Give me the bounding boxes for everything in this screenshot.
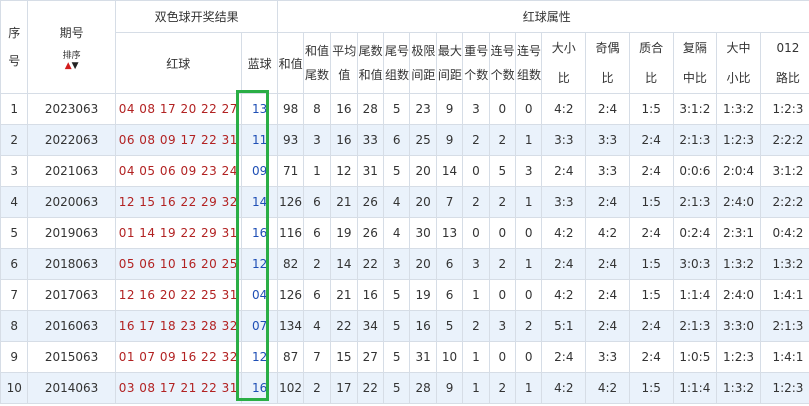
- red-balls: 03 08 17 21 22 31: [114, 372, 242, 404]
- red-balls: 06 08 09 17 22 31: [114, 124, 242, 156]
- red-balls: 01 14 19 22 29 31: [114, 217, 242, 249]
- blue-ball: 07: [240, 310, 279, 342]
- red-balls: 04 05 06 09 23 24: [114, 155, 242, 187]
- table-row: 9 2015063 01 07 09 16 22 32 12 87 7 15 2…: [0, 341, 809, 373]
- sort-down-icon[interactable]: ▼: [72, 61, 79, 71]
- blue-ball: 14: [240, 186, 279, 218]
- col-tail-groups: 尾号 组数: [383, 32, 411, 94]
- blue-ball: 11: [240, 124, 279, 156]
- red-balls: 05 06 10 16 20 25: [114, 248, 242, 280]
- col-sum: 和值: [277, 32, 304, 94]
- col-size-ratio: 大小 比: [541, 32, 587, 94]
- col-road012: 012 路比: [759, 32, 809, 94]
- table-row: 10 2014063 03 08 17 21 22 31 16 102 2 17…: [0, 372, 809, 404]
- table-row: 1 2023063 04 08 17 20 22 27 13 98 8 16 2…: [0, 93, 809, 125]
- table-body: 1 2023063 04 08 17 20 22 27 13 98 8 16 2…: [0, 93, 809, 404]
- blue-ball: 12: [240, 248, 279, 280]
- table-row: 2 2022063 06 08 09 17 22 31 11 93 3 16 3…: [0, 124, 809, 156]
- table-row: 8 2016063 16 17 18 23 28 32 07 134 4 22 …: [0, 310, 809, 342]
- table-header: 序号 期号 排序 ▲▼ 双色球开奖结果 红球属性 红球 蓝球 和值 和值 尾数 …: [0, 0, 809, 94]
- lottery-results-page: 序号 期号 排序 ▲▼ 双色球开奖结果 红球属性 红球 蓝球 和值 和值 尾数 …: [0, 0, 809, 406]
- col-blue-ball: 蓝球: [240, 32, 279, 94]
- col-period[interactable]: 期号 排序 ▲▼: [27, 0, 116, 94]
- table-row: 3 2021063 04 05 06 09 23 24 09 71 1 12 3…: [0, 155, 809, 187]
- col-max-gap: 最大 间距: [435, 32, 464, 94]
- col-prime-comp: 质合 比: [628, 32, 674, 94]
- col-consec-groups: 连号 组数: [515, 32, 543, 94]
- results-table: 序号 期号 排序 ▲▼ 双色球开奖结果 红球属性 红球 蓝球 和值 和值 尾数 …: [0, 0, 809, 404]
- red-balls: 12 16 20 22 25 31: [114, 279, 242, 311]
- col-red-ball: 红球: [114, 32, 242, 94]
- red-balls: 01 07 09 16 22 32: [114, 341, 242, 373]
- blue-ball: 04: [240, 279, 279, 311]
- draw-group-header: 双色球开奖结果: [114, 0, 279, 33]
- blue-ball: 16: [240, 372, 279, 404]
- period-label: 期号: [59, 25, 84, 40]
- table-row: 4 2020063 12 15 16 22 29 32 14 126 6 21 …: [0, 186, 809, 218]
- red-balls: 12 15 16 22 29 32: [114, 186, 242, 218]
- col-consec-count: 连号 个数: [488, 32, 517, 94]
- col-repeat: 重号 个数: [462, 32, 490, 94]
- sort-label[interactable]: 排序: [29, 51, 114, 61]
- blue-ball: 13: [240, 93, 279, 125]
- table-row: 5 2019063 01 14 19 22 29 31 16 116 6 19 …: [0, 217, 809, 249]
- col-repeat-mid: 复隔 中比: [672, 32, 718, 94]
- blue-ball: 16: [240, 217, 279, 249]
- red-balls: 16 17 18 23 28 32: [114, 310, 242, 342]
- blue-ball: 09: [240, 155, 279, 187]
- col-tail-sum: 和值 尾数: [302, 32, 332, 94]
- col-big-mid-small: 大中 小比: [716, 32, 761, 94]
- red-balls: 04 08 17 20 22 27: [114, 93, 242, 125]
- col-seq: 序号: [0, 0, 29, 94]
- attr-group-header: 红球属性: [277, 0, 809, 33]
- sort-up-icon[interactable]: ▲: [65, 61, 72, 71]
- table-row: 6 2018063 05 06 10 16 20 25 12 82 2 14 2…: [0, 248, 809, 280]
- col-avg: 平均 值: [330, 32, 358, 94]
- blue-ball: 12: [240, 341, 279, 373]
- col-range: 极限 间距: [409, 32, 437, 94]
- table-row: 7 2017063 12 16 20 22 25 31 04 126 6 21 …: [0, 279, 809, 311]
- col-odd-even: 奇偶 比: [585, 32, 630, 94]
- col-tail-sum2: 尾数 和值: [356, 32, 385, 94]
